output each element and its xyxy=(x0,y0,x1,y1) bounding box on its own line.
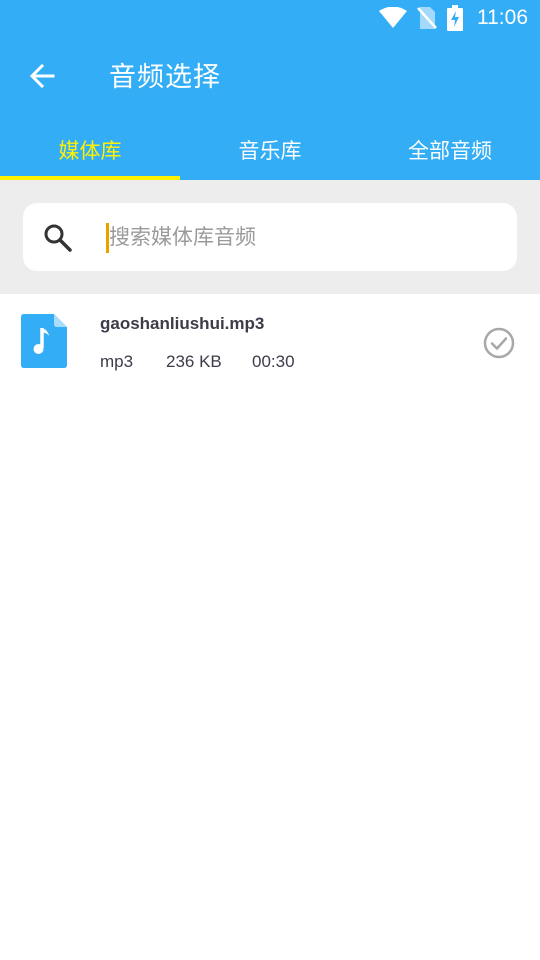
music-file-icon xyxy=(21,314,67,368)
tab-music-library[interactable]: 音乐库 xyxy=(180,120,360,180)
status-icons: 11:06 xyxy=(379,0,528,36)
check-circle-icon[interactable] xyxy=(483,327,515,359)
file-duration: 00:30 xyxy=(252,352,295,371)
file-name: gaoshanliushui.mp3 xyxy=(100,314,265,333)
search-placeholder: 搜索媒体库音频 xyxy=(109,225,256,249)
status-bar: 11:06 xyxy=(0,0,540,36)
status-time: 11:06 xyxy=(477,6,528,29)
tab-label: 媒体库 xyxy=(58,139,122,163)
list-item[interactable]: gaoshanliushui.mp3 mp3 236 KB 00:30 xyxy=(0,294,540,390)
no-sim-icon xyxy=(417,6,437,30)
tab-all-audio[interactable]: 全部音频 xyxy=(360,120,540,180)
tab-label: 音乐库 xyxy=(238,139,302,163)
file-size: 236 KB xyxy=(166,352,222,371)
file-extension: mp3 xyxy=(100,352,134,371)
search-input[interactable]: 搜索媒体库音频 xyxy=(23,203,517,271)
search-icon xyxy=(43,223,73,253)
tab-media-library[interactable]: 媒体库 xyxy=(0,120,180,180)
page-title: 音频选择 xyxy=(109,62,221,93)
wifi-icon xyxy=(379,7,407,29)
battery-charging-icon xyxy=(447,5,463,31)
back-button[interactable] xyxy=(22,58,62,98)
audio-list: gaoshanliushui.mp3 mp3 236 KB 00:30 xyxy=(0,294,540,390)
tab-bar: 媒体库 音乐库 全部音频 xyxy=(0,120,540,180)
arrow-left-icon xyxy=(28,62,56,94)
tab-label: 全部音频 xyxy=(408,139,492,163)
search-area: 搜索媒体库音频 xyxy=(0,180,540,294)
app-bar: 音频选择 xyxy=(0,36,540,120)
file-meta: mp3 236 KB 00:30 xyxy=(100,352,295,372)
